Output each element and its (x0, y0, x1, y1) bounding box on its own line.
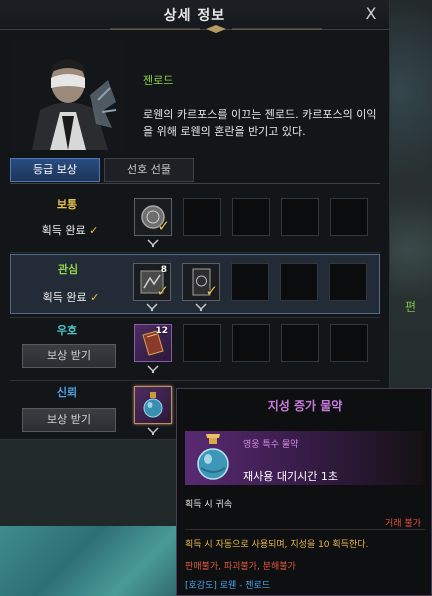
empty-reward-slot (231, 263, 269, 301)
potion-icon (143, 392, 163, 418)
item-count: 8 (160, 265, 167, 275)
empty-reward-slot (232, 324, 270, 362)
check-icon: ✓ (90, 291, 100, 304)
npc-name: 젠로드 (143, 74, 174, 87)
npc-header: 젠로드 로웬의 카르포스를 이끄는 젠로드. 카르포스의 이익을 위해 로웬의 … (0, 30, 389, 150)
tier-label: 관심 (57, 263, 79, 276)
window-titlebar[interactable]: 상세 정보 X (0, 0, 389, 33)
row-divider (10, 380, 380, 381)
chevron-down-icon (147, 365, 159, 374)
potion-icon (197, 434, 229, 480)
tooltip-item-category: 영웅 특수 물약 (243, 440, 299, 450)
reward-slot[interactable] (134, 386, 172, 424)
tier-status-text: 획득 완료 (41, 224, 86, 237)
tier-status-text: 획득 완료 (42, 291, 87, 304)
reward-slot[interactable]: ✓ (134, 198, 172, 236)
detail-info-window: 상세 정보 X 젠로드 로웬의 카르포스를 이끄는 젠로드. 카르포스의 이익을… (0, 0, 390, 440)
tooltip-item-name: 지성 증가 물약 (267, 399, 343, 413)
background-label-side: 편 (405, 300, 417, 314)
tooltip-divider (185, 529, 425, 530)
tier-label: 우호 (56, 324, 78, 337)
tooltip-bind-info: 획득 시 귀속 (185, 500, 233, 510)
chevron-down-icon (147, 239, 159, 248)
empty-reward-slot (281, 324, 319, 362)
empty-reward-slot (330, 198, 368, 236)
sea-area (0, 526, 190, 596)
tooltip-cooldown: 재사용 대기시간 1초 (243, 470, 338, 483)
tooltip-effect: 획득 시 자동으로 사용되며, 지성을 10 획득한다. (185, 540, 369, 550)
chevron-down-icon (195, 303, 207, 312)
item-count: 12 (155, 326, 168, 336)
empty-reward-slot (281, 198, 319, 236)
chevron-down-icon (147, 427, 159, 436)
empty-reward-slot (330, 324, 368, 362)
row-divider (10, 252, 380, 253)
claim-reward-button[interactable]: 보상 받기 (22, 408, 116, 432)
claimed-check-icon: ✓ (156, 282, 169, 300)
claim-reward-button[interactable]: 보상 받기 (22, 344, 116, 368)
tooltip-trade-info: 거래 불가 (385, 519, 421, 529)
reward-slot[interactable]: ✓ (182, 263, 220, 301)
tooltip-source: [호감도] 로웬 - 젠로드 (185, 581, 271, 591)
tier-label: 신뢰 (56, 386, 78, 399)
close-button[interactable]: X (361, 4, 381, 24)
tab-divider (10, 183, 380, 184)
window-title: 상세 정보 (163, 8, 226, 24)
npc-description: 로웬의 카르포스를 이끄는 젠로드. 카르포스의 이익을 위해 로웬의 혼란을 … (143, 108, 377, 138)
tab-preferred-gifts[interactable]: 선호 선물 (104, 158, 194, 182)
empty-reward-slot (183, 324, 221, 362)
claimed-check-icon: ✓ (205, 282, 218, 300)
tier-status: 획득 완료 ✓ (11, 289, 131, 305)
npc-portrait (12, 40, 124, 150)
reward-slot[interactable]: 8 ✓ (133, 263, 171, 301)
tier-row-interest: 관심 획득 완료 ✓ 8 ✓ ✓ (10, 254, 380, 314)
tab-grade-rewards[interactable]: 등급 보상 (10, 158, 100, 182)
item-tooltip: 지성 증가 물약 영웅 특수 물약 재사용 대기시간 1초 획득 시 귀속 거래… (176, 388, 432, 596)
chevron-down-icon (146, 303, 158, 312)
empty-reward-slot (232, 198, 270, 236)
check-icon: ✓ (89, 224, 99, 237)
empty-reward-slot (183, 198, 221, 236)
tooltip-restrictions: 판매불가, 파괴불가, 분해불가 (185, 562, 296, 572)
empty-reward-slot (329, 263, 367, 301)
reward-slot[interactable]: 12 (134, 324, 172, 362)
empty-reward-slot (280, 263, 318, 301)
claimed-check-icon: ✓ (157, 217, 170, 235)
tier-row-friendly: 우호 보상 받기 12 (10, 318, 380, 378)
tier-row-normal: 보통 획득 완료 ✓ ✓ (10, 190, 380, 250)
tier-label: 보통 (56, 198, 78, 211)
tier-status: 획득 완료 ✓ (10, 222, 130, 238)
